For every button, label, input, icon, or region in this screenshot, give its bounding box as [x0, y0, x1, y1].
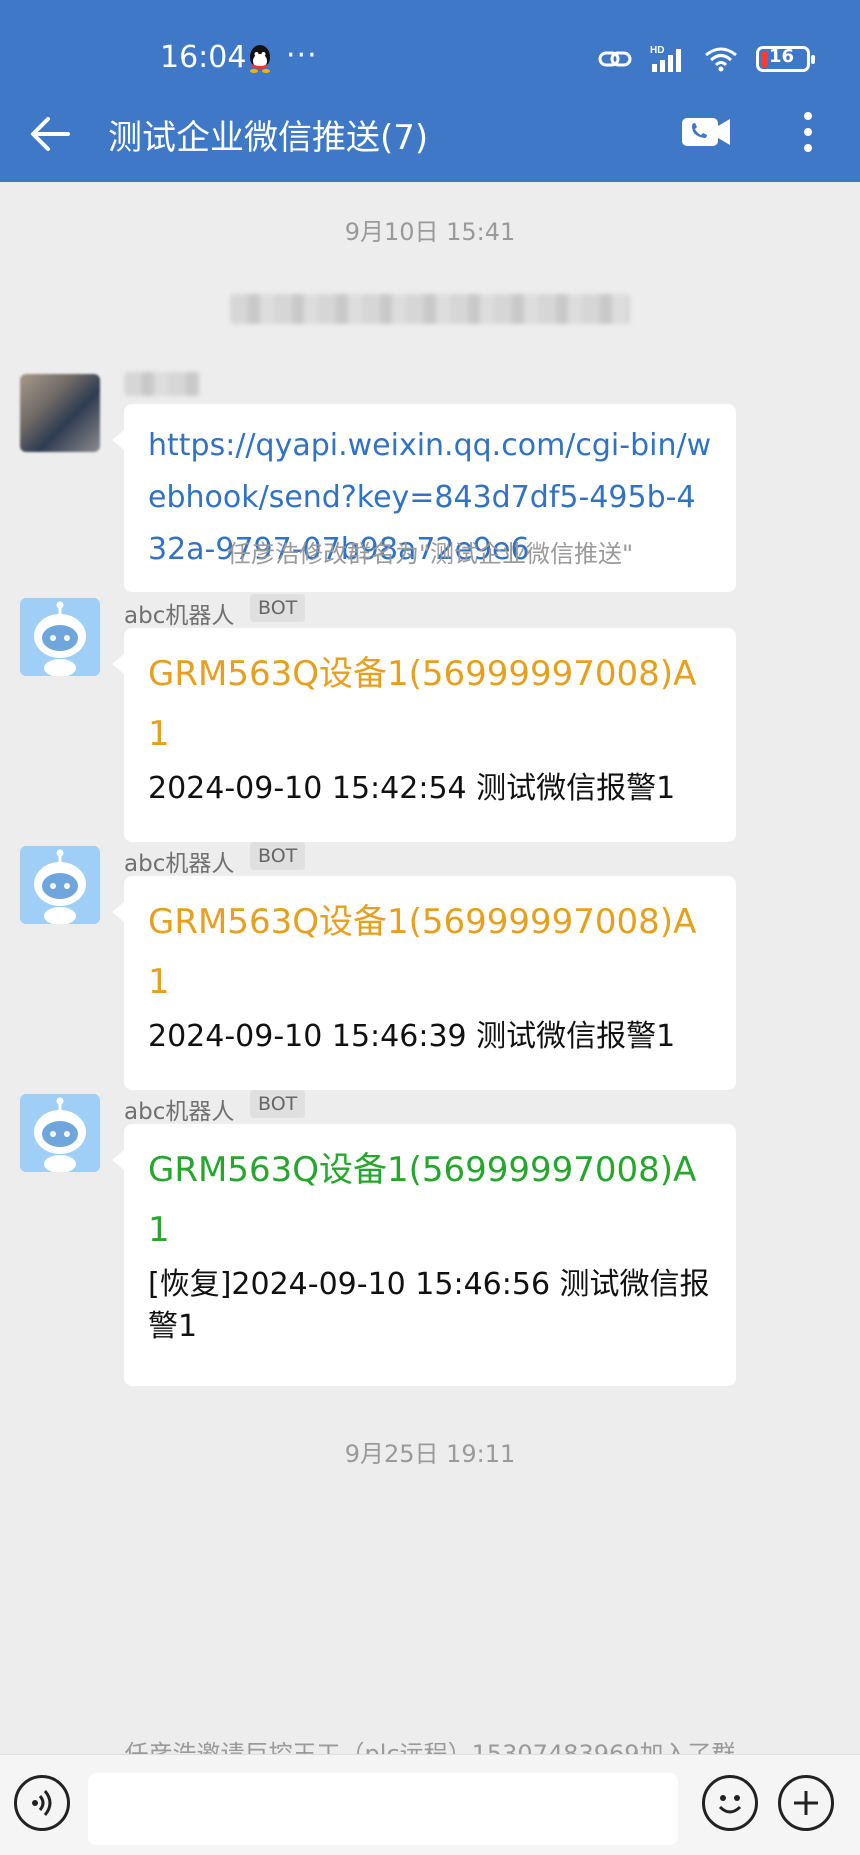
alarm-title: GRM563Q设备1(56999997008)A1 — [148, 902, 697, 1002]
message-bubble[interactable]: GRM563Q设备1(56999997008)A1 2024-09-10 15:… — [112, 628, 736, 842]
invite-notice: 任彦浩邀请巨控王工（plc远程）15307483969加入了群 — [124, 1740, 736, 1754]
signal-icon: HD — [650, 45, 681, 72]
battery-level: 16 — [769, 46, 795, 67]
app-header: 16:04 ··· HD 16 测试企业微信推送(7) — [0, 0, 860, 182]
back-arrow-icon[interactable] — [28, 112, 72, 156]
alarm-title: GRM563Q设备1(56999997008)A1 — [148, 654, 697, 754]
bot-badge: BOT — [250, 1090, 306, 1118]
user-avatar[interactable] — [20, 374, 100, 452]
emoji-icon — [718, 1795, 742, 1814]
message-bubble[interactable]: GRM563Q设备1(56999997008)A1 2024-09-10 15:… — [112, 876, 736, 1090]
message-input[interactable] — [88, 1773, 678, 1845]
bot-avatar[interactable] — [20, 1094, 100, 1173]
alarm-title: GRM563Q设备1(56999997008)A1 — [148, 1150, 697, 1250]
bot-badge: BOT — [250, 842, 306, 870]
alarm-body: 2024-09-10 15:46:39 测试微信报警1 — [148, 1019, 676, 1054]
sender-name: abc机器人 — [124, 851, 235, 877]
more-options-icon[interactable] — [796, 108, 820, 156]
more-actions-button[interactable] — [778, 1775, 834, 1831]
alarm-body: [恢复]2024-09-10 15:46:56 测试微信报警1 — [148, 1267, 710, 1344]
date-separator: 9月10日 15:41 — [344, 218, 516, 246]
wifi-icon — [705, 47, 737, 72]
bot-avatar[interactable] — [20, 846, 100, 925]
blurred-sender-name — [124, 372, 200, 396]
link-icon — [598, 51, 632, 67]
input-bar — [0, 1754, 860, 1855]
status-icons: HD 16 — [598, 42, 815, 76]
robot-icon — [34, 1097, 86, 1173]
date-separator: 9月25日 19:11 — [344, 1440, 516, 1468]
bot-avatar[interactable] — [20, 598, 100, 677]
video-call-icon[interactable] — [680, 114, 732, 150]
chat-area[interactable]: 9月10日 15:41 https://qyapi.weixin.qq.com/… — [0, 182, 860, 1754]
blurred-system-message — [230, 294, 630, 324]
robot-icon — [34, 849, 86, 925]
sender-name: abc机器人 — [124, 1099, 235, 1125]
sender-name: abc机器人 — [124, 603, 235, 629]
alarm-body: 2024-09-10 15:42:54 测试微信报警1 — [148, 771, 676, 806]
robot-icon — [34, 601, 86, 677]
bot-badge: BOT — [250, 594, 306, 622]
battery-icon: 16 — [756, 46, 815, 72]
nav-bar: 测试企业微信推送(7) — [0, 100, 860, 182]
message-bubble[interactable]: GRM563Q设备1(56999997008)A1 [恢复]2024-09-10… — [112, 1124, 736, 1386]
status-time: 16:04 — [160, 40, 247, 75]
plus-icon — [794, 1791, 818, 1815]
voice-input-button[interactable] — [14, 1775, 70, 1831]
status-bar: 16:04 ··· HD 16 — [0, 0, 860, 100]
rename-notice: 任彦浩修改群名为"测试企业微信推送" — [226, 540, 634, 568]
voice-icon — [32, 1790, 52, 1816]
emoji-button[interactable] — [702, 1775, 758, 1831]
chat-title: 测试企业微信推送(7) — [108, 118, 429, 158]
network-type-label: HD — [650, 45, 664, 56]
more-notifications-icon: ··· — [286, 38, 318, 73]
qq-icon — [250, 45, 270, 73]
